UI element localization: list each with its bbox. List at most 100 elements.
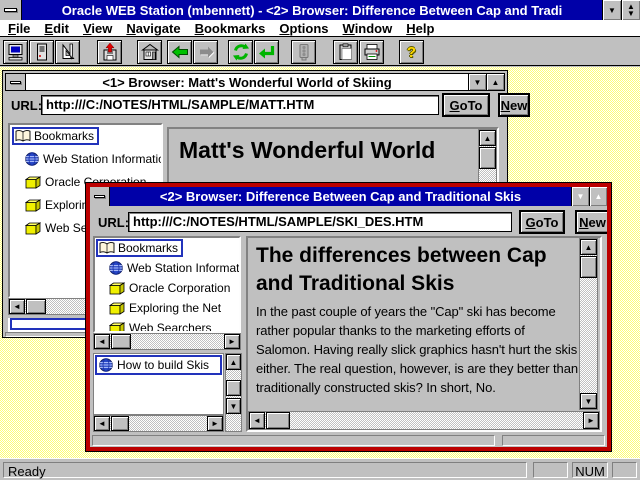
window1-goto-button[interactable]: GoTo: [443, 94, 489, 116]
book-icon: [25, 176, 41, 189]
window1-url-label: URL:: [11, 98, 42, 113]
scroll-up-button[interactable]: ▲: [479, 130, 496, 146]
forward-button[interactable]: [193, 40, 218, 64]
window2-selected-page-item[interactable]: How to build Skis: [95, 355, 222, 375]
server-button[interactable]: [29, 40, 54, 64]
menu-edit[interactable]: Edit: [44, 21, 69, 36]
window1-bookmark-web-station-information[interactable]: Web Station Information: [25, 152, 163, 166]
workstation-button[interactable]: [3, 40, 28, 64]
print-button[interactable]: [359, 40, 384, 64]
down-arrow-icon: ▼: [585, 397, 593, 406]
window1-maximize-button[interactable]: ▲: [486, 74, 504, 90]
globe-icon: [109, 261, 123, 275]
menu-bar: File Edit View Navigate Bookmarks Option…: [0, 20, 640, 37]
window2-goto-button[interactable]: GoTo: [520, 211, 564, 233]
window2-bookmark-web-searchers[interactable]: Web Searchers: [109, 321, 211, 333]
window2-new-button[interactable]: New: [576, 211, 607, 233]
window2-bookmarks-header[interactable]: Bookmarks: [96, 239, 183, 257]
window2-bookmarks-hscrollbar[interactable]: ◄ ►: [93, 333, 241, 350]
window2-page-content: The differences between Cap and Traditio…: [246, 236, 602, 432]
window2-url-input[interactable]: http:///C:/NOTES/HTML/SAMPLE/SKI_DES.HTM: [128, 212, 512, 232]
menu-window[interactable]: Window: [343, 21, 393, 36]
app-status-bar: Ready NUM: [0, 458, 640, 480]
menu-navigate[interactable]: Navigate: [126, 21, 180, 36]
window2-bookmark-oracle-corporation[interactable]: Oracle Corporation: [109, 281, 230, 295]
window2-status-panel-left: [92, 435, 495, 446]
scrollbar-thumb[interactable]: [266, 412, 290, 429]
window2-bookmark-web-station-information[interactable]: Web Station Information: [109, 261, 241, 275]
traffic-light-icon: [295, 43, 313, 61]
menu-file[interactable]: File: [8, 21, 30, 36]
window2-system-menu-button[interactable]: [90, 187, 110, 206]
design-tools-icon: [59, 43, 77, 61]
status-message: Ready: [3, 462, 527, 478]
window2-title-bar[interactable]: <2> Browser: Difference Between Cap and …: [90, 187, 607, 206]
return-button[interactable]: [254, 40, 279, 64]
menu-help[interactable]: Help: [406, 21, 434, 36]
scrollbar-thumb[interactable]: [479, 147, 496, 169]
app-system-menu-button[interactable]: [0, 0, 22, 20]
status-cell-2: [612, 462, 637, 478]
back-icon: [171, 43, 189, 61]
window2-bookmark-exploring-the-net[interactable]: Exploring the Net: [109, 301, 221, 315]
scroll-up-button[interactable]: ▲: [580, 239, 597, 255]
window1-title-bar[interactable]: <1> Browser: Matt's Wonderful World of S…: [5, 73, 505, 91]
app-minimize-button[interactable]: ▼: [602, 0, 621, 20]
scrollbar-thumb[interactable]: [111, 416, 129, 431]
scroll-right-button[interactable]: ►: [224, 334, 240, 349]
book-icon: [25, 222, 41, 235]
menu-bookmarks[interactable]: Bookmarks: [195, 21, 266, 36]
book-icon: [109, 302, 125, 315]
left-arrow-icon: ◄: [253, 416, 261, 425]
menu-options[interactable]: Options: [279, 21, 328, 36]
window2-content-hscrollbar[interactable]: ◄ ►: [248, 411, 600, 430]
scroll-up-button[interactable]: ▲: [226, 354, 241, 370]
scroll-right-button[interactable]: ►: [583, 412, 599, 429]
scrollbar-thumb[interactable]: [26, 299, 46, 314]
window2-content-vscrollbar[interactable]: ▲ ▼: [579, 238, 598, 410]
scroll-left-button[interactable]: ◄: [94, 334, 110, 349]
reload-button[interactable]: [228, 40, 253, 64]
window1-bookmarks-header[interactable]: Bookmarks: [12, 127, 99, 145]
browser-window-2: <2> Browser: Difference Between Cap and …: [85, 182, 612, 452]
toolbar: ?: [0, 38, 640, 66]
window1-system-menu-button[interactable]: [6, 74, 26, 90]
back-button[interactable]: [167, 40, 192, 64]
system-menu-icon: [4, 8, 17, 12]
traffic-light-button[interactable]: [291, 40, 316, 64]
return-icon: [258, 43, 276, 61]
globe-icon: [25, 152, 39, 166]
mdi-desktop: <1> Browser: Matt's Wonderful World of S…: [0, 67, 640, 458]
window1-new-button[interactable]: New: [499, 94, 529, 116]
save-upload-button[interactable]: [97, 40, 122, 64]
window1-url-input[interactable]: http:///C:/NOTES/HTML/SAMPLE/MATT.HTM: [41, 95, 439, 115]
scrollbar-thumb[interactable]: [111, 334, 131, 349]
scroll-down-button[interactable]: ▼: [226, 398, 241, 414]
window1-page-heading: Matt's Wonderful World: [179, 137, 435, 164]
help-button[interactable]: ?: [399, 40, 424, 64]
window1-minimize-button[interactable]: ▼: [468, 74, 486, 90]
down-arrow-icon: ▼: [230, 402, 238, 411]
scroll-down-button[interactable]: ▼: [580, 393, 597, 409]
globe-icon: [99, 358, 113, 372]
scrollbar-thumb[interactable]: [226, 380, 241, 396]
window2-maximize-button[interactable]: ▲: [589, 187, 607, 206]
book-icon: [109, 322, 125, 334]
design-tools-button[interactable]: [55, 40, 80, 64]
scroll-left-button[interactable]: ◄: [249, 412, 265, 429]
window2-page-heading: The differences between Cap and Traditio…: [256, 242, 578, 298]
scroll-right-button[interactable]: ►: [207, 416, 223, 431]
window2-current-page-vscrollbar[interactable]: ▲ ▼: [225, 353, 242, 432]
menu-view[interactable]: View: [83, 21, 112, 36]
app-restore-button[interactable]: ▲▼: [621, 0, 640, 20]
scrollbar-thumb[interactable]: [580, 256, 597, 278]
paste-button[interactable]: [333, 40, 358, 64]
scroll-left-button[interactable]: ◄: [94, 416, 110, 431]
window2-minimize-button[interactable]: ▼: [571, 187, 589, 206]
home-button[interactable]: [137, 40, 162, 64]
window2-current-page-hscrollbar[interactable]: ◄ ►: [93, 415, 224, 432]
oracle-web-station-app: Oracle WEB Station (mbennett) - <2> Brow…: [0, 0, 640, 480]
scroll-left-button[interactable]: ◄: [9, 299, 25, 314]
right-arrow-icon: ►: [228, 337, 236, 346]
window2-bookmarks-panel: Bookmarks Web Station Information: [93, 236, 241, 333]
